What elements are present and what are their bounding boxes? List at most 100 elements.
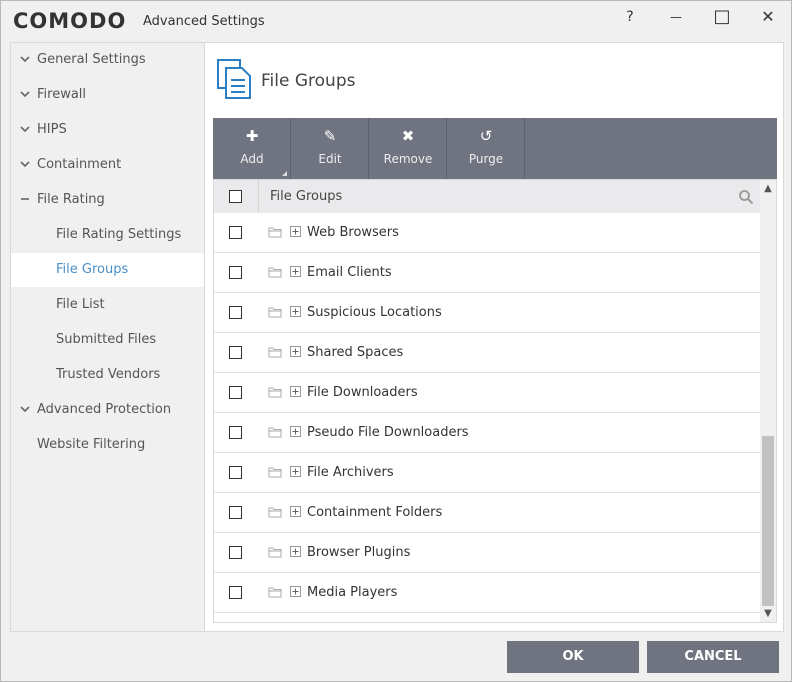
expand-plus-icon[interactable] bbox=[290, 546, 301, 557]
folder-icon bbox=[268, 547, 282, 558]
table-row[interactable]: File Downloaders bbox=[214, 373, 760, 413]
expand-plus-icon[interactable] bbox=[290, 506, 301, 517]
table-row[interactable]: Pseudo File Downloaders bbox=[214, 413, 760, 453]
sidebar-item-label: Containment bbox=[37, 157, 122, 172]
row-label: Pseudo File Downloaders bbox=[307, 425, 469, 440]
sidebar-item-firewall[interactable]: Firewall bbox=[11, 78, 205, 112]
sidebar-item-file-list[interactable]: File List bbox=[11, 288, 205, 322]
cancel-button[interactable]: CANCEL bbox=[647, 641, 779, 673]
sidebar-item-file-rating[interactable]: File Rating bbox=[11, 183, 205, 217]
row-checkbox[interactable] bbox=[229, 426, 242, 439]
expand-plus-icon[interactable] bbox=[290, 386, 301, 397]
table-row[interactable]: Suspicious Locations bbox=[214, 293, 760, 333]
folder-icon bbox=[268, 347, 282, 358]
scroll-up-button[interactable]: ▲ bbox=[760, 180, 776, 197]
row-checkbox[interactable] bbox=[229, 586, 242, 599]
sidebar-item-label: Firewall bbox=[37, 87, 87, 102]
column-divider bbox=[258, 180, 259, 214]
table-row[interactable]: Containment Folders bbox=[214, 493, 760, 533]
table-row[interactable]: Shared Spaces bbox=[214, 333, 760, 373]
minimize-button[interactable]: — bbox=[661, 5, 691, 29]
sidebar-item-containment[interactable]: Containment bbox=[11, 148, 205, 182]
row-label: Email Clients bbox=[307, 265, 392, 280]
expand-plus-icon[interactable] bbox=[290, 346, 301, 357]
file-groups-grid: File Groups Web Browsers Email Clients Sus… bbox=[213, 179, 777, 623]
sidebar-item-advanced-protection[interactable]: Advanced Protection bbox=[11, 393, 205, 427]
table-row[interactable]: Web Browsers bbox=[214, 213, 760, 253]
sidebar-item-label: File List bbox=[56, 297, 105, 312]
sidebar-item-label: File Rating Settings bbox=[56, 227, 182, 242]
scroll-down-button[interactable]: ▼ bbox=[760, 605, 776, 622]
row-label: Containment Folders bbox=[307, 505, 443, 520]
sidebar-item-hips[interactable]: HIPS bbox=[11, 113, 205, 147]
expand-plus-icon[interactable] bbox=[290, 426, 301, 437]
sidebar-item-submitted-files[interactable]: Submitted Files bbox=[11, 323, 205, 357]
advanced-settings-window: COMODO Advanced Settings ? — □ ✕ General… bbox=[0, 0, 792, 682]
sidebar-item-label: HIPS bbox=[37, 122, 67, 137]
row-checkbox[interactable] bbox=[229, 306, 242, 319]
minus-icon bbox=[21, 198, 29, 200]
main-panel: File Groups ✚ Add ✎ Edit ✖ Remove ↺ Purg… bbox=[204, 42, 784, 632]
sidebar-item-label: File Groups bbox=[56, 262, 129, 277]
search-icon[interactable] bbox=[738, 189, 754, 205]
row-checkbox[interactable] bbox=[229, 386, 242, 399]
grid-header: File Groups bbox=[214, 180, 760, 214]
sidebar-item-file-rating-settings[interactable]: File Rating Settings bbox=[11, 218, 205, 252]
folder-icon bbox=[268, 427, 282, 438]
add-label: Add bbox=[240, 152, 264, 166]
row-label: Shared Spaces bbox=[307, 345, 404, 360]
purge-button[interactable]: ↺ Purge bbox=[447, 118, 525, 179]
pencil-icon: ✎ bbox=[323, 127, 337, 145]
table-row[interactable]: File Archivers bbox=[214, 453, 760, 493]
purge-label: Purge bbox=[468, 152, 504, 166]
row-checkbox[interactable] bbox=[229, 546, 242, 559]
edit-button[interactable]: ✎ Edit bbox=[291, 118, 369, 179]
row-checkbox[interactable] bbox=[229, 226, 242, 239]
row-checkbox[interactable] bbox=[229, 466, 242, 479]
vertical-scrollbar[interactable]: ▲ ▼ bbox=[760, 180, 776, 622]
maximize-button[interactable]: □ bbox=[707, 5, 737, 29]
expand-plus-icon[interactable] bbox=[290, 226, 301, 237]
x-icon: ✖ bbox=[401, 127, 415, 145]
expand-plus-icon[interactable] bbox=[290, 266, 301, 277]
edit-label: Edit bbox=[318, 152, 342, 166]
sidebar-item-trusted-vendors[interactable]: Trusted Vendors bbox=[11, 358, 205, 392]
table-row[interactable]: Media Players bbox=[214, 573, 760, 613]
help-button[interactable]: ? bbox=[615, 5, 645, 29]
remove-button[interactable]: ✖ Remove bbox=[369, 118, 447, 179]
window-title: Advanced Settings bbox=[143, 14, 265, 29]
row-checkbox[interactable] bbox=[229, 266, 242, 279]
row-label: Web Browsers bbox=[307, 225, 399, 240]
table-row[interactable]: Email Clients bbox=[214, 253, 760, 293]
sidebar-item-label: Advanced Protection bbox=[37, 402, 172, 417]
sidebar-item-label: General Settings bbox=[37, 52, 146, 67]
sidebar-item-label: Website Filtering bbox=[37, 437, 146, 452]
scroll-thumb[interactable] bbox=[762, 436, 774, 606]
add-button[interactable]: ✚ Add bbox=[213, 118, 291, 179]
sidebar-item-general-settings[interactable]: General Settings bbox=[11, 43, 205, 77]
chevron-down-icon bbox=[20, 56, 30, 63]
chevron-down-icon bbox=[20, 126, 30, 133]
ok-button[interactable]: OK bbox=[507, 641, 639, 673]
sidebar-item-file-groups[interactable]: File Groups bbox=[11, 253, 205, 287]
expand-plus-icon[interactable] bbox=[290, 466, 301, 477]
sidebar: General Settings Firewall HIPS Containme… bbox=[10, 42, 205, 632]
comodo-logo: COMODO bbox=[13, 9, 127, 33]
folder-icon bbox=[268, 587, 282, 598]
row-label: Suspicious Locations bbox=[307, 305, 442, 320]
row-checkbox[interactable] bbox=[229, 346, 242, 359]
expand-plus-icon[interactable] bbox=[290, 306, 301, 317]
folder-icon bbox=[268, 467, 282, 478]
row-label: File Archivers bbox=[307, 465, 394, 480]
folder-icon bbox=[268, 507, 282, 518]
select-all-checkbox[interactable] bbox=[229, 190, 242, 203]
sidebar-item-label: Submitted Files bbox=[56, 332, 157, 347]
column-header-file-groups[interactable]: File Groups bbox=[270, 189, 342, 204]
close-button[interactable]: ✕ bbox=[753, 5, 783, 29]
plus-icon: ✚ bbox=[245, 127, 259, 145]
table-row[interactable]: Browser Plugins bbox=[214, 533, 760, 573]
row-checkbox[interactable] bbox=[229, 506, 242, 519]
sidebar-item-website-filtering[interactable]: Website Filtering bbox=[11, 428, 205, 462]
chevron-down-icon bbox=[20, 91, 30, 98]
expand-plus-icon[interactable] bbox=[290, 586, 301, 597]
